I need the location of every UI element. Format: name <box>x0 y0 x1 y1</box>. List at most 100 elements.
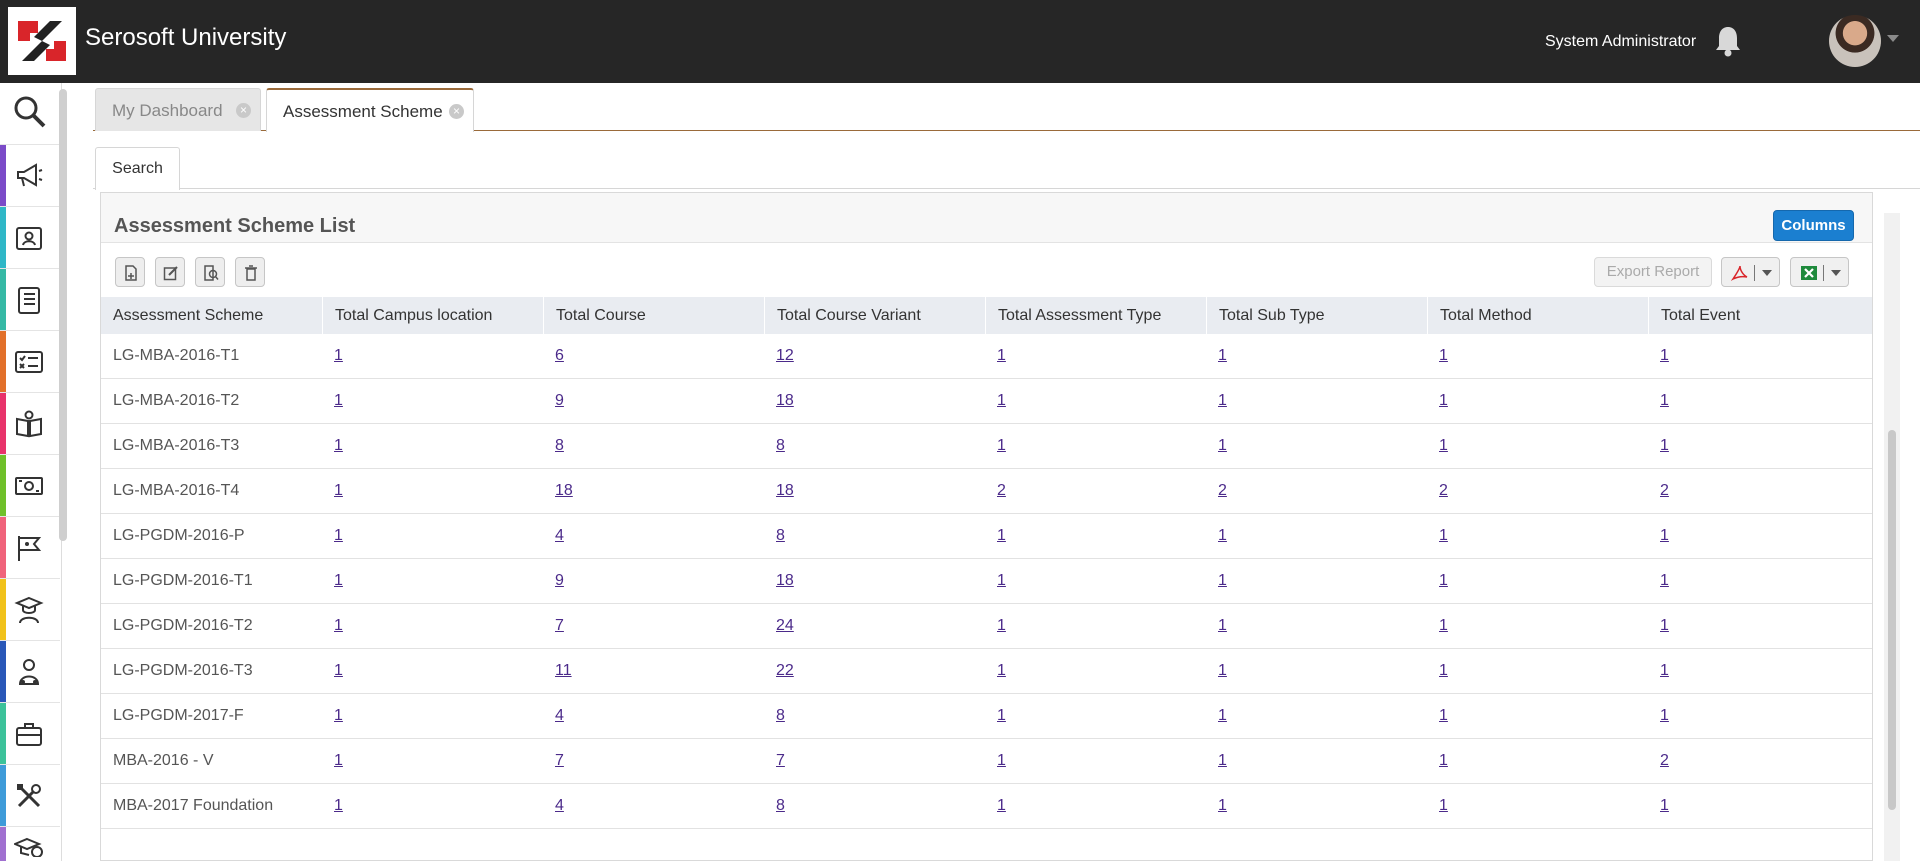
column-header[interactable]: Assessment Scheme <box>101 297 322 334</box>
count-link[interactable]: 1 <box>1439 797 1448 814</box>
count-link[interactable]: 1 <box>334 752 343 769</box>
count-link[interactable]: 2 <box>997 482 1006 499</box>
count-link[interactable]: 1 <box>997 797 1006 814</box>
table-row[interactable]: LG-MBA-2016-T3 1 8 8 1 1 1 1 <box>101 424 1872 469</box>
column-header[interactable]: Total Course Variant <box>764 297 985 334</box>
sidebar-search[interactable] <box>0 83 60 145</box>
count-link[interactable]: 4 <box>555 527 564 544</box>
count-link[interactable]: 18 <box>776 572 794 589</box>
count-link[interactable]: 1 <box>997 392 1006 409</box>
count-link[interactable]: 1 <box>1218 707 1227 724</box>
count-link[interactable]: 1 <box>334 482 343 499</box>
excel-export-dropdown[interactable] <box>1790 257 1849 287</box>
count-link[interactable]: 1 <box>1660 392 1669 409</box>
count-link[interactable]: 1 <box>334 617 343 634</box>
sidebar-item-announcements[interactable] <box>0 145 60 207</box>
count-link[interactable]: 1 <box>1660 662 1669 679</box>
count-link[interactable]: 1 <box>1218 797 1227 814</box>
count-link[interactable]: 1 <box>1660 572 1669 589</box>
count-link[interactable]: 12 <box>776 347 794 364</box>
count-link[interactable]: 8 <box>776 437 785 454</box>
column-header[interactable]: Total Campus location <box>322 297 543 334</box>
count-link[interactable]: 1 <box>1660 797 1669 814</box>
count-link[interactable]: 18 <box>776 392 794 409</box>
count-link[interactable]: 1 <box>997 437 1006 454</box>
count-link[interactable]: 1 <box>334 662 343 679</box>
tab-assessment-scheme[interactable]: Assessment Scheme × <box>266 88 474 132</box>
close-icon[interactable]: × <box>236 103 251 118</box>
count-link[interactable]: 8 <box>776 797 785 814</box>
table-row[interactable]: MBA-2017 Foundation 1 4 8 1 1 1 1 <box>101 784 1872 829</box>
edit-button[interactable] <box>155 257 185 287</box>
count-link[interactable]: 11 <box>555 662 572 679</box>
count-link[interactable]: 1 <box>1439 527 1448 544</box>
count-link[interactable]: 4 <box>555 707 564 724</box>
sidebar-item-profile[interactable] <box>0 207 60 269</box>
count-link[interactable]: 1 <box>1660 347 1669 364</box>
count-link[interactable]: 18 <box>776 482 794 499</box>
count-link[interactable]: 22 <box>776 662 794 679</box>
column-header[interactable]: Total Event <box>1648 297 1872 334</box>
table-row[interactable]: LG-MBA-2016-T4 1 18 18 2 2 2 2 <box>101 469 1872 514</box>
sidebar-item-staff[interactable] <box>0 641 60 703</box>
count-link[interactable]: 2 <box>1218 482 1227 499</box>
table-row[interactable]: LG-MBA-2016-T1 1 6 12 1 1 1 1 <box>101 334 1872 379</box>
count-link[interactable]: 1 <box>1439 752 1448 769</box>
count-link[interactable]: 1 <box>334 392 343 409</box>
count-link[interactable]: 1 <box>1660 437 1669 454</box>
count-link[interactable]: 1 <box>334 572 343 589</box>
sidebar-item-students[interactable] <box>0 579 60 641</box>
count-link[interactable]: 1 <box>1218 662 1227 679</box>
view-button[interactable] <box>195 257 225 287</box>
count-link[interactable]: 1 <box>997 662 1006 679</box>
user-name[interactable]: System Administrator <box>1545 33 1696 51</box>
columns-button[interactable]: Columns <box>1773 210 1854 241</box>
count-link[interactable]: 2 <box>1439 482 1448 499</box>
count-link[interactable]: 1 <box>997 752 1006 769</box>
table-row[interactable]: LG-PGDM-2016-T3 1 11 22 1 1 1 1 <box>101 649 1872 694</box>
column-header[interactable]: Total Assessment Type <box>985 297 1206 334</box>
count-link[interactable]: 2 <box>1660 752 1669 769</box>
count-link[interactable]: 4 <box>555 797 564 814</box>
column-header[interactable]: Total Sub Type <box>1206 297 1427 334</box>
count-link[interactable]: 1 <box>1439 437 1448 454</box>
count-link[interactable]: 1 <box>1660 707 1669 724</box>
main-scrollbar[interactable] <box>1884 213 1900 861</box>
count-link[interactable]: 1 <box>1218 617 1227 634</box>
chevron-down-icon[interactable] <box>1887 35 1899 42</box>
count-link[interactable]: 1 <box>1439 617 1448 634</box>
subtab-search[interactable]: Search <box>95 147 180 190</box>
sidebar-item-flags[interactable] <box>0 517 60 579</box>
count-link[interactable]: 1 <box>1218 572 1227 589</box>
count-link[interactable]: 1 <box>1218 392 1227 409</box>
count-link[interactable]: 1 <box>334 347 343 364</box>
count-link[interactable]: 18 <box>555 482 573 499</box>
count-link[interactable]: 1 <box>1660 527 1669 544</box>
count-link[interactable]: 7 <box>555 752 564 769</box>
count-link[interactable]: 1 <box>334 527 343 544</box>
count-link[interactable]: 1 <box>334 797 343 814</box>
count-link[interactable]: 8 <box>776 707 785 724</box>
sidebar-item-finance[interactable] <box>0 455 60 517</box>
count-link[interactable]: 8 <box>776 527 785 544</box>
pdf-export-dropdown[interactable] <box>1721 257 1780 287</box>
count-link[interactable]: 1 <box>1439 572 1448 589</box>
sidebar-item-fees[interactable] <box>0 827 60 861</box>
count-link[interactable]: 8 <box>555 437 564 454</box>
count-link[interactable]: 1 <box>1439 707 1448 724</box>
count-link[interactable]: 1 <box>997 707 1006 724</box>
count-link[interactable]: 1 <box>997 527 1006 544</box>
count-link[interactable]: 1 <box>334 437 343 454</box>
count-link[interactable]: 1 <box>1218 437 1227 454</box>
table-row[interactable]: LG-PGDM-2016-P 1 4 8 1 1 1 1 <box>101 514 1872 559</box>
table-row[interactable]: LG-PGDM-2016-T1 1 9 18 1 1 1 1 <box>101 559 1872 604</box>
count-link[interactable]: 9 <box>555 392 564 409</box>
table-row[interactable]: LG-MBA-2016-T2 1 9 18 1 1 1 1 <box>101 379 1872 424</box>
tab-my-dashboard[interactable]: My Dashboard × <box>95 88 261 131</box>
count-link[interactable]: 1 <box>997 617 1006 634</box>
count-link[interactable]: 1 <box>1439 347 1448 364</box>
count-link[interactable]: 1 <box>1218 347 1227 364</box>
bell-icon[interactable] <box>1714 24 1742 58</box>
count-link[interactable]: 1 <box>1439 662 1448 679</box>
count-link[interactable]: 7 <box>555 617 564 634</box>
